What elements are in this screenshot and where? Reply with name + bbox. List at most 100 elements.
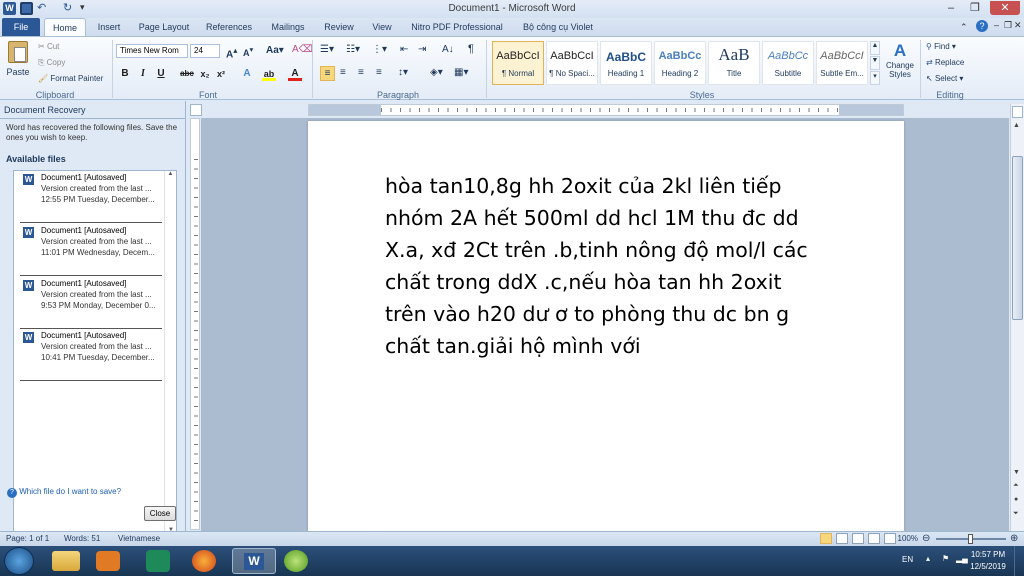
- explorer-taskbar-icon[interactable]: [52, 551, 80, 571]
- tab-insert[interactable]: Insert: [88, 18, 130, 36]
- scroll-thumb[interactable]: [1012, 156, 1023, 320]
- line-spacing-icon[interactable]: ↕▾: [398, 67, 408, 78]
- italic-button[interactable]: I: [136, 67, 150, 81]
- tab-home[interactable]: Home: [44, 18, 86, 36]
- vertical-ruler[interactable]: [190, 118, 200, 530]
- ruler-toggle[interactable]: [190, 104, 202, 116]
- change-case-icon[interactable]: Aa▾: [266, 45, 284, 56]
- tab-file[interactable]: File: [2, 18, 40, 36]
- styles-more[interactable]: ▾: [870, 71, 880, 85]
- align-center-button[interactable]: ≡: [340, 67, 346, 78]
- word-taskbar-icon[interactable]: W: [232, 548, 276, 574]
- format-painter-button[interactable]: 🖌 Format Painter: [38, 74, 103, 83]
- shading-icon[interactable]: ◈▾: [430, 67, 443, 78]
- superscript-button[interactable]: x²: [214, 67, 228, 81]
- styles-scroll-down[interactable]: ▼: [870, 56, 880, 70]
- recovered-file-item[interactable]: W Document1 [Autosaved] Version created …: [20, 329, 162, 381]
- outline-icon[interactable]: [868, 533, 880, 544]
- recovery-close-button[interactable]: Close: [144, 506, 176, 521]
- language-status[interactable]: Vietnamese: [118, 534, 160, 543]
- tab-mailings[interactable]: Mailings: [262, 18, 314, 36]
- grow-font-icon[interactable]: A▴: [226, 45, 237, 60]
- list-scrollbar[interactable]: ▲ ▼: [164, 171, 176, 533]
- select-button[interactable]: ↖ Select ▾: [926, 74, 963, 83]
- multilevel-list-icon[interactable]: ⋮▾: [372, 44, 387, 55]
- zoom-in-button[interactable]: ⊕: [1010, 533, 1018, 544]
- print-layout-icon[interactable]: [820, 533, 832, 544]
- tray-expand-icon[interactable]: ▴: [926, 554, 930, 563]
- input-language[interactable]: EN: [902, 555, 913, 564]
- copy-button[interactable]: ⎘ Copy: [38, 58, 65, 68]
- minimize-button[interactable]: –: [940, 1, 962, 15]
- style-title[interactable]: AaB Title: [708, 41, 760, 85]
- bold-button[interactable]: B: [118, 67, 132, 81]
- doc-minimize-button[interactable]: –: [994, 20, 999, 30]
- highlight-icon[interactable]: ab: [262, 67, 276, 81]
- borders-icon[interactable]: ▦▾: [454, 67, 468, 78]
- styles-scroll-up[interactable]: ▲: [870, 41, 880, 55]
- media-player-taskbar-icon[interactable]: [96, 551, 120, 571]
- scroll-up-arrow[interactable]: ▲: [1013, 122, 1020, 129]
- find-button[interactable]: ⚲ Find ▾: [926, 42, 956, 51]
- minimize-ribbon-icon[interactable]: ⌃: [960, 22, 968, 33]
- help-icon[interactable]: ?: [976, 20, 988, 32]
- align-left-button[interactable]: ≡: [320, 66, 335, 81]
- clock-time[interactable]: 10:57 PM: [966, 550, 1010, 559]
- show-marks-icon[interactable]: ¶: [468, 43, 474, 55]
- app-taskbar-icon[interactable]: [146, 550, 170, 572]
- recovered-file-item[interactable]: W Document1 [Autosaved] Version created …: [20, 224, 162, 276]
- violet-taskbar-icon[interactable]: [284, 550, 308, 572]
- font-size-select[interactable]: 24: [190, 44, 220, 58]
- next-page-icon[interactable]: ⏷: [1013, 510, 1019, 518]
- restore-button[interactable]: ❐: [964, 1, 986, 15]
- prev-page-icon[interactable]: ⏶: [1013, 482, 1019, 490]
- replace-button[interactable]: ⇄ Replace: [926, 58, 964, 67]
- shrink-font-icon[interactable]: A▾: [243, 45, 253, 58]
- underline-button[interactable]: U: [154, 67, 168, 81]
- horizontal-ruler[interactable]: [308, 104, 904, 116]
- close-window-button[interactable]: ✕: [990, 1, 1020, 15]
- word-count[interactable]: Words: 51: [64, 534, 100, 543]
- tab-references[interactable]: References: [199, 18, 259, 36]
- show-desktop-button[interactable]: [1014, 546, 1024, 576]
- vertical-scrollbar[interactable]: ▲ ▼ ⏶ ● ⏷: [1010, 104, 1024, 531]
- recovered-file-item[interactable]: W Document1 [Autosaved] Version created …: [20, 171, 162, 223]
- draft-icon[interactable]: [884, 533, 896, 544]
- decrease-indent-icon[interactable]: ⇤: [400, 44, 408, 55]
- zoom-slider-thumb[interactable]: [968, 534, 973, 544]
- clear-format-icon[interactable]: A⌫: [292, 44, 313, 55]
- style-heading-2[interactable]: AaBbCc Heading 2: [654, 41, 706, 85]
- recovered-file-item[interactable]: W Document1 [Autosaved] Version created …: [20, 277, 162, 329]
- increase-indent-icon[interactable]: ⇥: [418, 44, 426, 55]
- full-screen-reading-icon[interactable]: [836, 533, 848, 544]
- numbering-icon[interactable]: ☷▾: [346, 44, 360, 55]
- paste-button[interactable]: Paste: [4, 41, 32, 85]
- align-right-button[interactable]: ≡: [358, 67, 364, 78]
- subscript-button[interactable]: x₂: [198, 67, 212, 81]
- tab-view[interactable]: View: [364, 18, 400, 36]
- start-button[interactable]: [4, 547, 34, 575]
- firefox-taskbar-icon[interactable]: [192, 550, 216, 572]
- doc-close-button[interactable]: ✕: [1014, 20, 1022, 31]
- help-link[interactable]: ? Which file do I want to save?: [7, 487, 121, 498]
- font-name-select[interactable]: Times New Rom: [116, 44, 188, 58]
- ruler-view-icon[interactable]: [1012, 106, 1023, 118]
- style-normal[interactable]: AaBbCcI ¶ Normal: [492, 41, 544, 85]
- browse-object-icon[interactable]: ●: [1014, 496, 1018, 503]
- style-no-spacing[interactable]: AaBbCcI ¶ No Spaci...: [546, 41, 598, 85]
- zoom-level[interactable]: 100%: [896, 534, 918, 543]
- text-effects-icon[interactable]: A: [240, 67, 254, 81]
- sort-icon[interactable]: A↓: [442, 44, 454, 55]
- tab-violet[interactable]: Bộ công cụ Violet: [512, 18, 604, 36]
- style-subtitle[interactable]: AaBbCc Subtitle: [762, 41, 814, 85]
- action-center-icon[interactable]: ⚑: [942, 554, 949, 563]
- bullets-icon[interactable]: ☰▾: [320, 44, 334, 55]
- scroll-down-arrow[interactable]: ▼: [1013, 469, 1020, 476]
- web-layout-icon[interactable]: [852, 533, 864, 544]
- document-body[interactable]: hòa tan10,8g hh 2oxit của 2kl liên tiếp …: [385, 170, 845, 362]
- tab-page-layout[interactable]: Page Layout: [134, 18, 194, 36]
- change-styles-button[interactable]: A Change Styles: [882, 41, 918, 87]
- style-subtle-emphasis[interactable]: AaBbCcI Subtle Em...: [816, 41, 868, 85]
- zoom-out-button[interactable]: ⊖: [922, 533, 930, 544]
- clock-date[interactable]: 12/5/2019: [966, 562, 1010, 571]
